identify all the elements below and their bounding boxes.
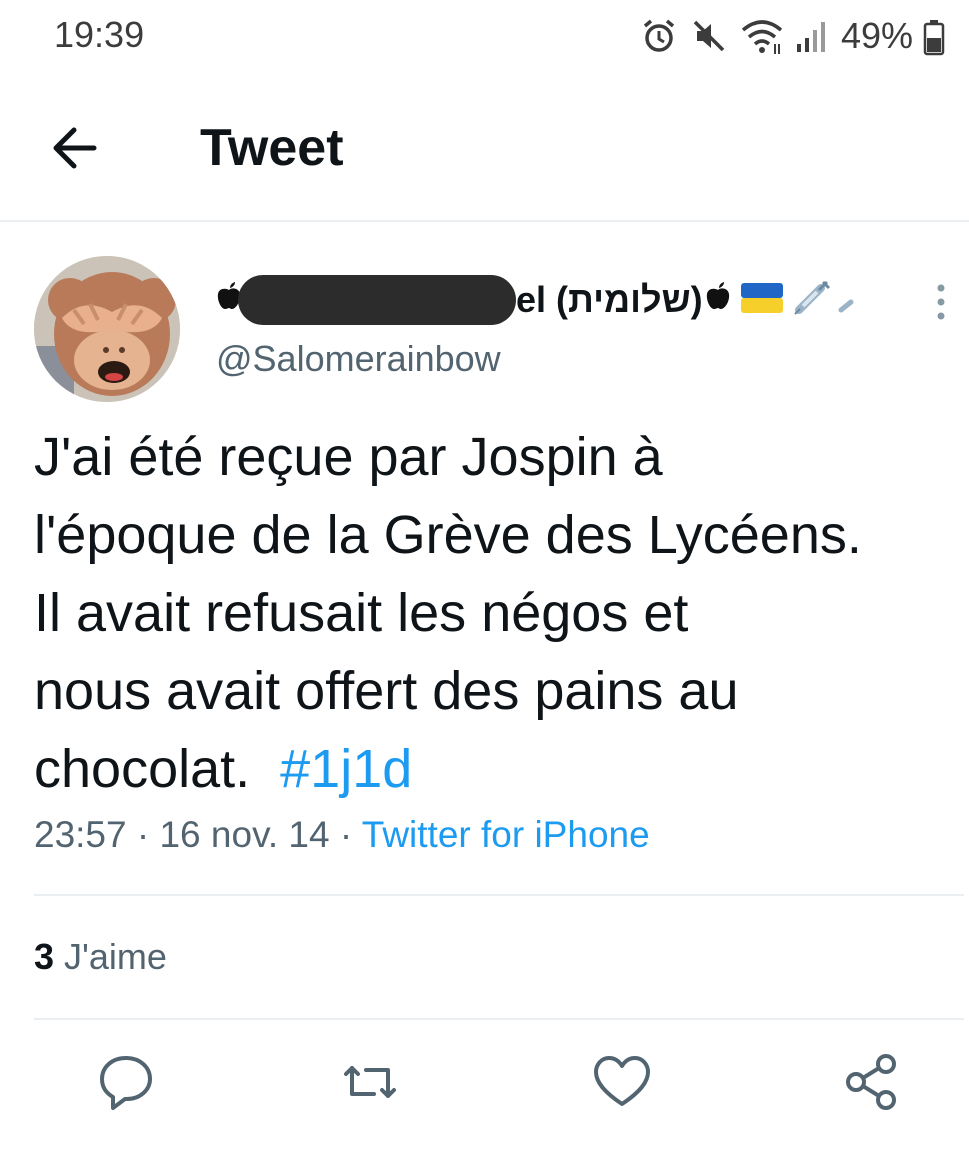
- status-icons: 49%: [639, 14, 945, 58]
- author-name-row[interactable]: el (שלומית): [216, 272, 861, 328]
- wifi-icon: [739, 16, 785, 56]
- share-button[interactable]: [840, 1050, 904, 1114]
- reply-button[interactable]: [94, 1050, 158, 1114]
- reply-icon: [100, 1056, 152, 1110]
- share-icon: [846, 1054, 896, 1110]
- ukraine-flag-icon: [739, 281, 785, 320]
- tweet-text-line: Il avait refusait les négos et: [34, 583, 689, 643]
- more-options-button[interactable]: [926, 280, 956, 324]
- tweet-text-line: nous avait offert des pains au: [34, 661, 739, 721]
- author-handle[interactable]: @Salomerainbow: [216, 338, 501, 380]
- like-icon: [594, 1056, 650, 1106]
- arrow-left-icon: [53, 127, 97, 169]
- back-button[interactable]: [46, 122, 110, 174]
- tweet-text-line: chocolat.: [34, 739, 281, 799]
- tweet-date: 16 nov. 14: [159, 814, 330, 855]
- tweet-text-last-line: chocolat. #1j1d: [34, 730, 964, 808]
- signal-icon: [795, 16, 829, 56]
- page-title: Tweet: [200, 119, 344, 177]
- avatar[interactable]: [34, 256, 180, 402]
- redacted-name-block: [238, 275, 516, 325]
- see-no-evil-monkey-avatar-image: [34, 256, 180, 402]
- divider: [34, 1018, 964, 1020]
- likes-count-link[interactable]: 3 J'aime: [34, 936, 167, 978]
- tweet-meta: 23:57 · 16 nov. 14 · Twitter for iPhone: [34, 814, 650, 856]
- alarm-icon: [639, 16, 679, 56]
- tweet-client-link[interactable]: Twitter for iPhone: [362, 814, 650, 855]
- status-bar: 19:39 49%: [0, 0, 969, 72]
- like-button[interactable]: [590, 1050, 654, 1114]
- tweet-text: J'ai été reçue par Jospin à l'époque de l…: [34, 418, 964, 808]
- retweet-icon: [344, 1066, 396, 1098]
- tweet-text-line: J'ai été reçue par Jospin à: [34, 427, 663, 487]
- tweet-action-bar: [0, 1050, 969, 1122]
- top-app-bar: Tweet: [0, 100, 969, 222]
- meta-separator-2: ·: [329, 814, 362, 855]
- tweet-text-line: l'époque de la Grève des Lycéens.: [34, 505, 862, 565]
- syringe-icon: [791, 278, 861, 323]
- battery-percent: 49%: [840, 15, 913, 56]
- likes-number: 3: [34, 936, 55, 977]
- apple-emoji-icon-2: [705, 281, 731, 319]
- divider: [34, 894, 964, 896]
- vertical-dots-icon: [937, 284, 945, 320]
- retweet-button[interactable]: [338, 1050, 402, 1114]
- mute-icon: [689, 16, 729, 56]
- meta-separator: ·: [126, 814, 160, 855]
- battery-icon: [923, 16, 945, 56]
- tweet-time: 23:57: [34, 814, 127, 855]
- author-display-name: el (שלומית): [516, 279, 703, 320]
- hashtag-link[interactable]: #1j1d: [280, 739, 412, 799]
- status-time: 19:39: [54, 14, 145, 55]
- likes-label: J'aime: [54, 936, 167, 977]
